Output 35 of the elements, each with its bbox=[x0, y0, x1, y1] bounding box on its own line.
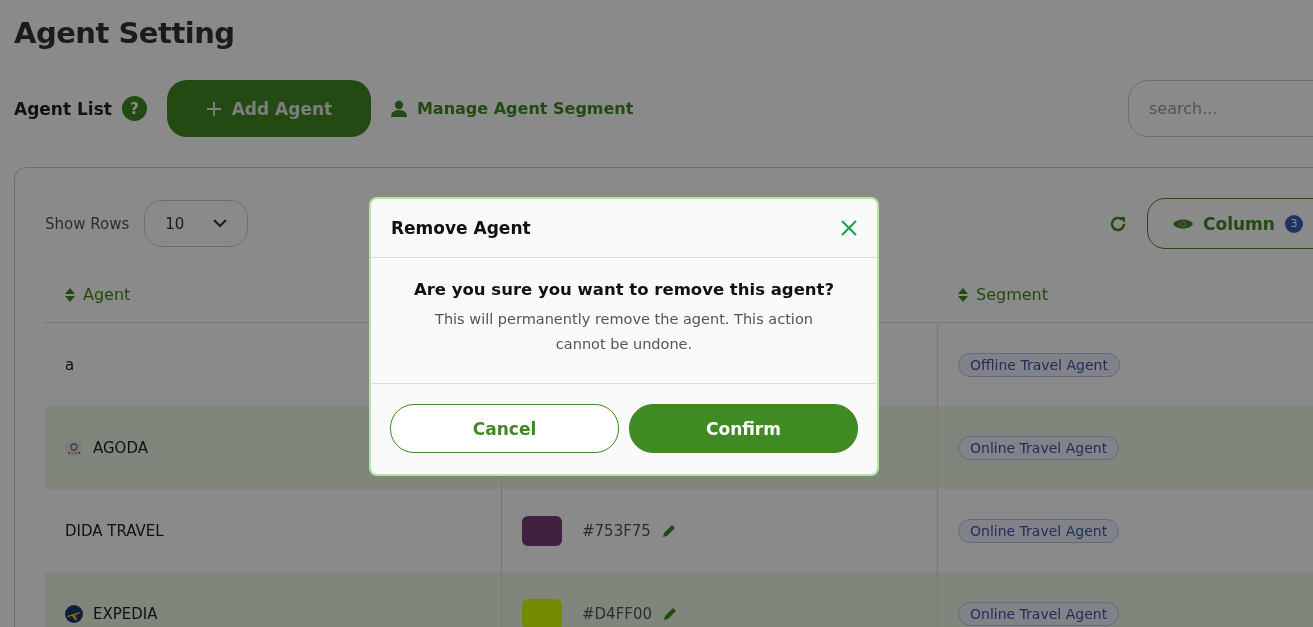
rows-dropdown[interactable]: 10 bbox=[144, 200, 249, 247]
plus-icon bbox=[205, 100, 222, 117]
segment-tag: Online Travel Agent bbox=[958, 435, 1120, 460]
color-swatch bbox=[522, 515, 562, 546]
logo-icon bbox=[65, 438, 83, 457]
dialog-title: Remove Agent bbox=[391, 218, 531, 238]
plane-icon bbox=[65, 604, 83, 623]
agent-name: AGODA bbox=[93, 438, 148, 457]
person-icon bbox=[390, 100, 407, 117]
close-button[interactable] bbox=[841, 220, 857, 236]
agent-name: a bbox=[65, 355, 75, 374]
pencil-icon[interactable] bbox=[662, 605, 678, 622]
page-title: Agent Setting bbox=[14, 15, 236, 52]
color-code: #753F75 bbox=[582, 521, 651, 540]
cancel-button[interactable]: Cancel bbox=[390, 404, 619, 453]
add-agent-button[interactable]: Add Agent bbox=[166, 80, 371, 137]
help-icon[interactable]: ? bbox=[121, 96, 147, 121]
color-code: #D4FF00 bbox=[582, 604, 652, 623]
pencil-icon[interactable] bbox=[660, 522, 677, 539]
segment-tag: Offline Travel Agent bbox=[958, 352, 1120, 377]
show-rows-label: Show Rows bbox=[45, 214, 130, 233]
close-icon bbox=[841, 220, 857, 236]
chevron-down-icon bbox=[213, 219, 228, 228]
manage-segment-link[interactable]: Manage Agent Segment bbox=[390, 99, 634, 118]
agent-name: EXPEDIA bbox=[93, 604, 158, 623]
segment-tag: Online Travel Agent bbox=[958, 601, 1120, 626]
agent-name: DIDA TRAVEL bbox=[65, 521, 164, 540]
refresh-icon[interactable] bbox=[1109, 214, 1127, 233]
section-label: Agent List bbox=[14, 98, 112, 119]
count-badge: 3 bbox=[1284, 214, 1303, 233]
confirm-button[interactable]: Confirm bbox=[629, 404, 858, 453]
segment-tag: Online Travel Agent bbox=[958, 518, 1120, 543]
column-button[interactable]: Column 3 bbox=[1147, 198, 1313, 249]
color-swatch bbox=[522, 598, 562, 627]
column-header[interactable]: Segment bbox=[938, 267, 1313, 323]
